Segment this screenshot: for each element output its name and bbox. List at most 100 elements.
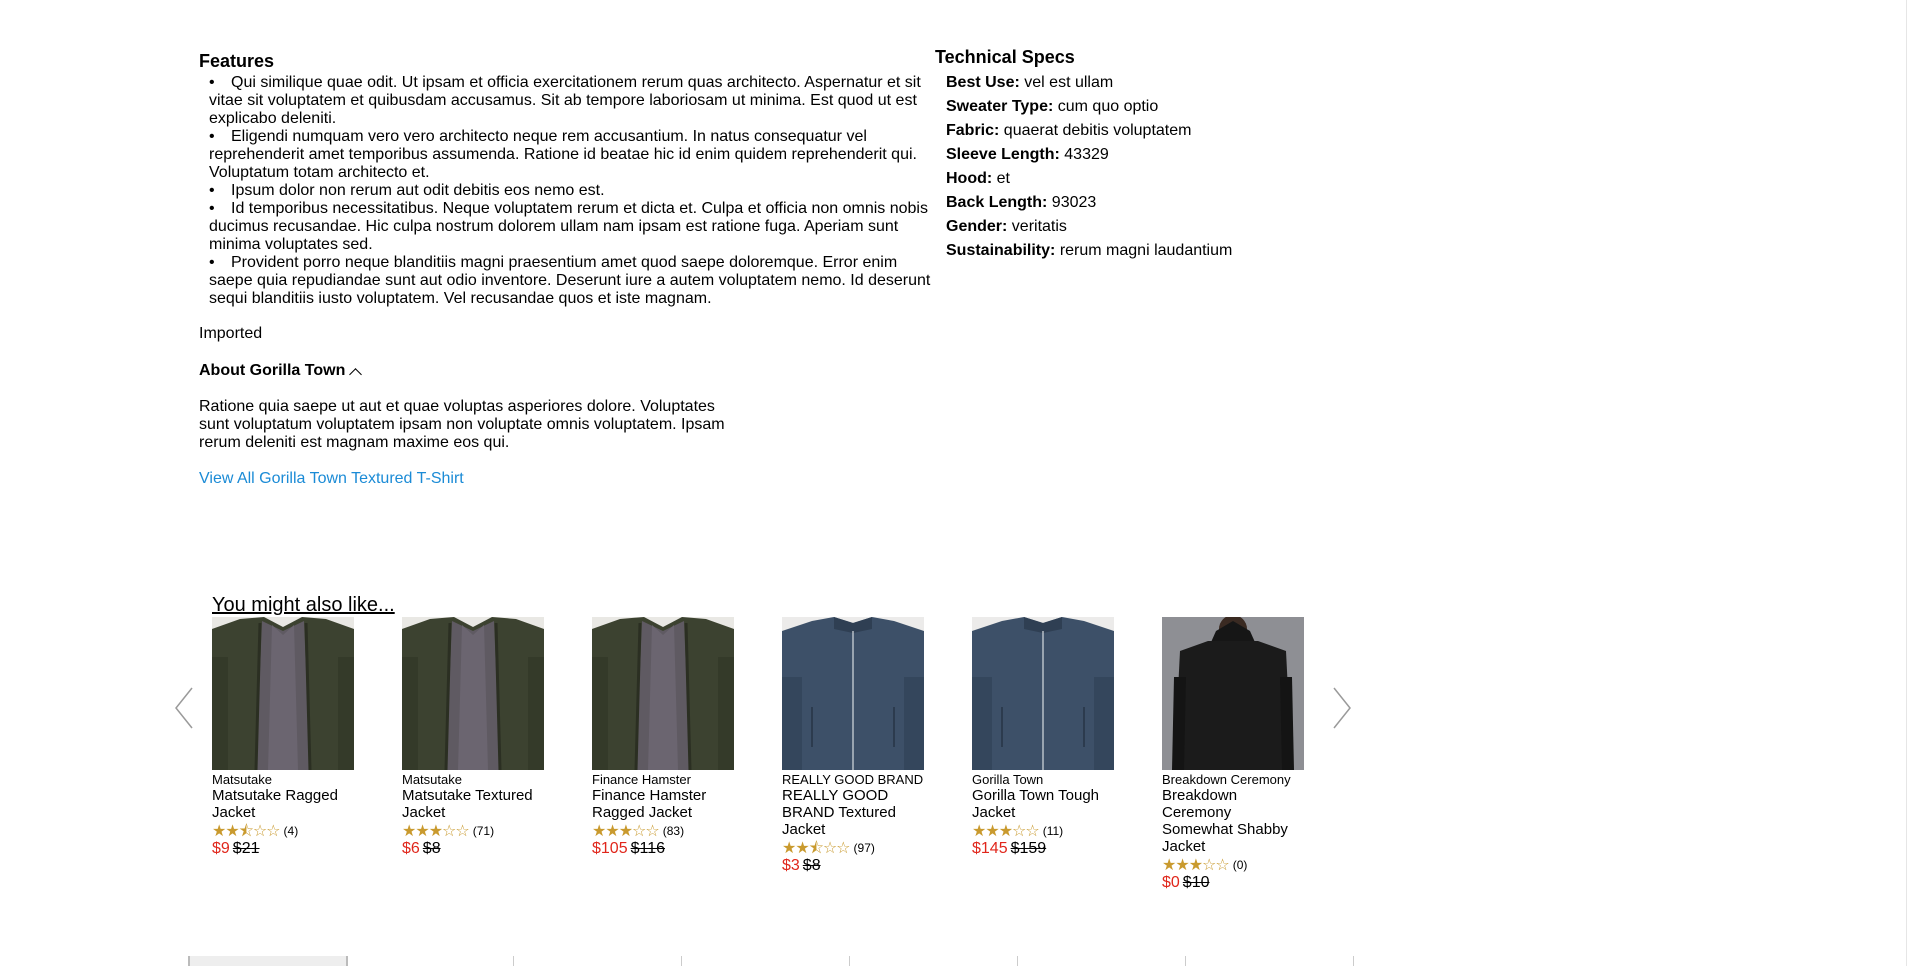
product-image[interactable]: [972, 617, 1114, 770]
product-price: $9 $21: [212, 839, 354, 858]
features-section: Features • Qui similique quae odit. Ut ip…: [199, 50, 931, 308]
black-hoodie-back-image: [1162, 617, 1304, 770]
product-name[interactable]: Matsutake Ragged Jacket: [212, 787, 354, 821]
review-count: (0): [1232, 857, 1248, 872]
spec-row: Back Length: 93023: [935, 191, 1335, 215]
spec-value: vel est ullam: [1024, 74, 1114, 91]
sale-price: $6: [402, 840, 420, 857]
product-name[interactable]: Finance Hamster Ragged Jacket: [592, 787, 734, 821]
original-price: $8: [802, 857, 821, 874]
product-rating: ★★★☆☆ (83): [592, 822, 734, 839]
product-brand: REALLY GOOD BRAND: [782, 772, 924, 787]
product-details-page: Features • Qui similique quae odit. Ut ip…: [0, 0, 1907, 966]
spec-value: cum quo optio: [1057, 98, 1159, 115]
original-price: $116: [630, 840, 665, 857]
product-image[interactable]: [592, 617, 734, 770]
feature-item: • Eligendi numquam vero vero architecto n…: [209, 128, 931, 182]
spec-value: 43329: [1064, 146, 1109, 163]
technical-specs-section: Technical Specs Best Use: vel est ullam …: [935, 46, 1335, 263]
tab-divider: [681, 956, 682, 966]
product-rating: ★★⯪☆☆ (4): [212, 822, 354, 839]
product-image[interactable]: [1162, 617, 1304, 770]
spec-value: rerum magni laudantium: [1059, 242, 1233, 259]
feature-item: • Id temporibus necessitatibus. Neque vol…: [209, 200, 931, 254]
spec-value: veritatis: [1011, 218, 1067, 235]
spec-row: Best Use: vel est ullam: [935, 71, 1335, 95]
feature-text: Ipsum dolor non rerum aut odit debitis e…: [231, 182, 605, 199]
spec-key: Hood:: [946, 170, 993, 187]
tab-divider: [1353, 956, 1354, 966]
product-card[interactable]: Gorilla Town Gorilla Town Tough Jacket ★…: [972, 617, 1114, 858]
star-rating-icon: ★★★☆☆: [972, 821, 1040, 840]
review-count: (71): [472, 823, 495, 838]
star-rating-icon: ★★★☆☆: [592, 821, 660, 840]
product-card[interactable]: REALLY GOOD BRAND REALLY GOOD BRAND Text…: [782, 617, 924, 875]
tab-divider: [1017, 956, 1018, 966]
product-rating: ★★★☆☆ (11): [972, 822, 1114, 839]
feature-item: • Qui similique quae odit. Ut ipsam et of…: [209, 74, 931, 128]
original-price: $10: [1182, 874, 1210, 891]
olive-bomber-jacket-image: [402, 617, 544, 770]
sale-price: $9: [212, 840, 230, 857]
spec-value: 93023: [1051, 194, 1097, 211]
tab-divider: [849, 956, 850, 966]
product-brand: Gorilla Town: [972, 772, 1044, 787]
product-price: $105 $116: [592, 839, 734, 858]
product-card[interactable]: Matsutake Matsutake Ragged Jacket ★★⯪☆☆ …: [212, 617, 354, 858]
review-count: (4): [283, 823, 299, 838]
feature-item: • Ipsum dolor non rerum aut odit debitis …: [209, 182, 931, 200]
tab-divider: [513, 956, 514, 966]
sale-price: $105: [592, 840, 628, 857]
original-price: $8: [422, 840, 441, 857]
product-name[interactable]: REALLY GOOD BRAND Textured Jacket: [782, 787, 924, 838]
navy-zip-jacket-image: [782, 617, 924, 770]
product-brand: Breakdown Ceremony: [1162, 772, 1291, 787]
features-list: • Qui similique quae odit. Ut ipsam et of…: [199, 74, 931, 308]
view-all-brand-link[interactable]: View All Gorilla Town Textured T-Shirt: [199, 470, 464, 488]
star-rating-icon: ★★⯪☆☆: [782, 838, 851, 857]
spec-row: Fabric: quaerat debitis voluptatem: [935, 119, 1335, 143]
feature-text: Provident porro neque blanditiis magni p…: [209, 254, 931, 307]
product-brand: Matsutake: [212, 772, 272, 787]
product-price: $0 $10: [1162, 873, 1304, 892]
tab-selected[interactable]: [188, 956, 348, 966]
product-brand: Matsutake: [402, 772, 462, 787]
spec-key: Sleeve Length:: [946, 146, 1060, 163]
about-brand-toggle[interactable]: About Gorilla Town: [199, 361, 363, 381]
navy-zip-jacket-image: [972, 617, 1114, 770]
product-name[interactable]: Matsutake Textured Jacket: [402, 787, 544, 821]
carousel-next-button[interactable]: [1330, 686, 1360, 730]
bottom-tab-strip: [186, 956, 1356, 966]
product-image[interactable]: [212, 617, 354, 770]
star-rating-icon: ★★★☆☆: [1162, 855, 1230, 874]
spec-value: quaerat debitis voluptatem: [1003, 122, 1192, 139]
product-card[interactable]: Finance Hamster Finance Hamster Ragged J…: [592, 617, 734, 858]
product-card[interactable]: Breakdown Ceremony Breakdown Ceremony So…: [1162, 617, 1304, 892]
tab-divider: [1185, 956, 1186, 966]
spec-key: Sustainability:: [946, 242, 1056, 259]
original-price: $21: [232, 840, 260, 857]
spec-key: Gender:: [946, 218, 1008, 235]
feature-text: Id temporibus necessitatibus. Neque volu…: [209, 200, 928, 253]
review-count: (11): [1042, 823, 1064, 838]
product-image[interactable]: [402, 617, 544, 770]
features-title: Features: [199, 51, 275, 71]
recommendations-carousel: Matsutake Matsutake Ragged Jacket ★★⯪☆☆ …: [212, 617, 1312, 891]
feature-text: Qui similique quae odit. Ut ipsam et off…: [209, 74, 921, 127]
review-count: (97): [853, 840, 875, 855]
carousel-prev-button[interactable]: [172, 686, 202, 730]
product-rating: ★★⯪☆☆ (97): [782, 839, 924, 856]
product-card[interactable]: Matsutake Matsutake Textured Jacket ★★★☆…: [402, 617, 544, 858]
feature-item: • Provident porro neque blanditiis magni …: [209, 254, 931, 308]
product-rating: ★★★☆☆ (0): [1162, 856, 1304, 873]
chevron-up-icon: [349, 367, 363, 381]
olive-bomber-jacket-image: [592, 617, 734, 770]
sale-price: $145: [972, 840, 1008, 857]
product-name[interactable]: Gorilla Town Tough Jacket: [972, 787, 1114, 821]
origin-note: Imported: [199, 325, 263, 342]
bullet-icon: •: [209, 182, 215, 199]
product-image[interactable]: [782, 617, 924, 770]
spec-row: Sleeve Length: 43329: [935, 143, 1335, 167]
star-rating-icon: ★★⯪☆☆: [212, 821, 281, 840]
product-name[interactable]: Breakdown Ceremony Somewhat Shabby Jacke…: [1162, 787, 1304, 855]
